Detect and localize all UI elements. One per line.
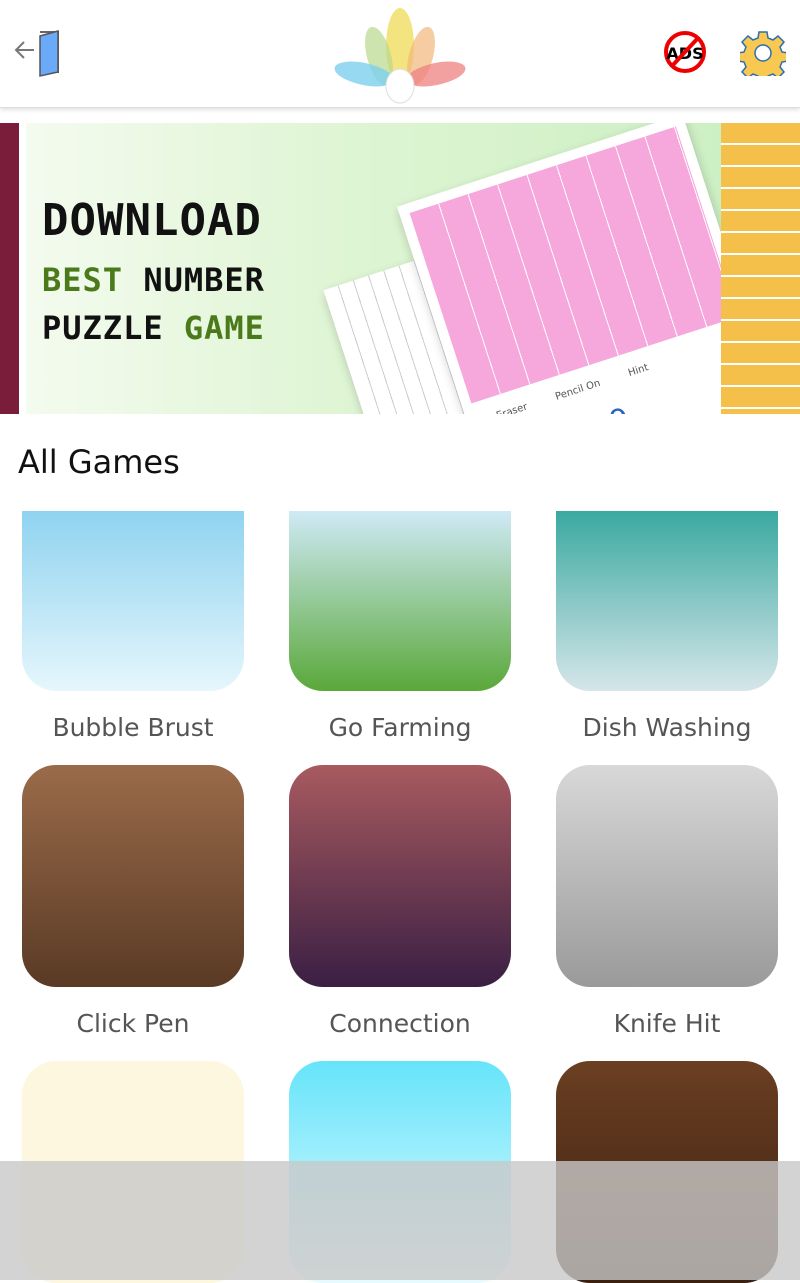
banner-word: PUZZLE <box>42 309 164 347</box>
no-ads-icon: ADS <box>664 31 706 73</box>
exit-door-icon[interactable] <box>14 28 62 78</box>
banner-word: BEST <box>42 261 124 299</box>
tool-pencil: Pencil On <box>554 377 602 403</box>
section-title: All Games <box>18 443 180 481</box>
game-tile[interactable] <box>289 765 511 987</box>
bottom-overlay <box>0 1161 800 1280</box>
lotus-logo <box>334 8 466 104</box>
gear-icon[interactable] <box>740 30 786 76</box>
game-tile[interactable] <box>22 765 244 987</box>
sudoku-board-main: 56789 EraserPencil OnHint <box>396 123 776 414</box>
sudoku-board-right <box>721 123 800 414</box>
tool-hint: Hint <box>626 362 650 380</box>
banner-line2: BEST NUMBER <box>42 261 265 299</box>
game-label[interactable]: Connection <box>267 1009 533 1038</box>
promo-banner[interactable]: DOWNLOAD BEST NUMBER PUZZLE GAME 56789 E… <box>0 123 800 414</box>
game-label[interactable]: Click Pen <box>0 1009 266 1038</box>
no-ads-button[interactable]: ADS <box>663 31 707 73</box>
banner-line3: PUZZLE GAME <box>42 309 265 347</box>
banner-title: DOWNLOAD <box>42 195 262 246</box>
game-tile[interactable] <box>22 511 244 691</box>
game-label[interactable]: Dish Washing <box>534 713 800 742</box>
game-tile[interactable] <box>289 511 511 691</box>
app-header: ADS <box>0 0 800 108</box>
banner-word: NUMBER <box>143 261 265 299</box>
banner-word: GAME <box>183 309 265 347</box>
game-label[interactable]: Bubble Brust <box>0 713 266 742</box>
game-tile[interactable] <box>556 765 778 987</box>
game-label[interactable]: Go Farming <box>267 713 533 742</box>
game-tile[interactable] <box>556 511 778 691</box>
tool-eraser: Eraser <box>495 401 529 414</box>
sudoku-banner[interactable]: DOWNLOAD BEST NUMBER PUZZLE GAME 56789 E… <box>26 123 800 414</box>
previous-banner-slide[interactable] <box>0 123 19 414</box>
game-label[interactable]: Knife Hit <box>534 1009 800 1038</box>
